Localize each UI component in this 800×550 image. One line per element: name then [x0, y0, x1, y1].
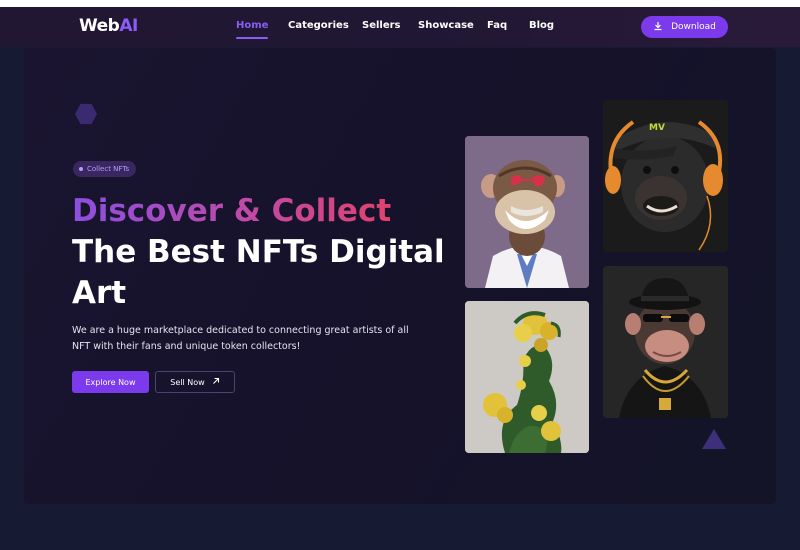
nav-item-categories[interactable]: Categories — [288, 20, 349, 31]
hero-title-gradient: Discover & Collect — [72, 193, 392, 229]
nft-card-flower-bust[interactable] — [465, 301, 589, 453]
ape-headphones-image: MV — [603, 100, 728, 252]
arrow-up-right-icon — [212, 377, 220, 387]
download-icon — [653, 21, 663, 34]
download-button[interactable]: Download — [641, 16, 728, 38]
nft-card-ape-headphones[interactable]: MV — [603, 100, 728, 252]
top-strip — [0, 0, 800, 7]
ape-bowler-hat-image — [603, 266, 728, 418]
badge-dot-icon — [79, 167, 83, 171]
triangle-decoration — [702, 429, 726, 449]
hero-title-line2: The Best NFTs Digital — [72, 234, 445, 270]
nav-item-home[interactable]: Home — [236, 20, 269, 39]
svg-text:MV: MV — [649, 123, 665, 133]
hero-title-line3: Art — [72, 275, 127, 311]
explore-now-label: Explore Now — [85, 377, 136, 387]
nft-card-ape-heart-glasses[interactable] — [465, 136, 589, 288]
logo[interactable]: WebAI — [79, 16, 138, 36]
flower-bust-image — [465, 301, 589, 453]
nft-card-ape-bowler-hat[interactable] — [603, 266, 728, 418]
nav-item-faq[interactable]: Faq — [487, 20, 507, 31]
sell-now-label: Sell Now — [170, 377, 205, 387]
explore-now-button[interactable]: Explore Now — [72, 371, 149, 393]
logo-accent: AI — [119, 16, 138, 36]
logo-main: Web — [79, 16, 120, 36]
navbar: WebAI Home Categories Sellers Showcase F… — [0, 7, 800, 47]
ape-heart-glasses-image — [465, 136, 589, 288]
sell-now-button[interactable]: Sell Now — [155, 371, 235, 393]
nav-item-showcase[interactable]: Showcase — [418, 20, 474, 31]
hero-description: We are a huge marketplace dedicated to c… — [72, 325, 409, 352]
download-label: Download — [671, 22, 716, 32]
nav-item-blog[interactable]: Blog — [529, 20, 554, 31]
nav-item-sellers[interactable]: Sellers — [362, 20, 401, 31]
collect-badge: Collect NFTs — [73, 161, 137, 177]
badge-label: Collect NFTs — [87, 165, 130, 173]
